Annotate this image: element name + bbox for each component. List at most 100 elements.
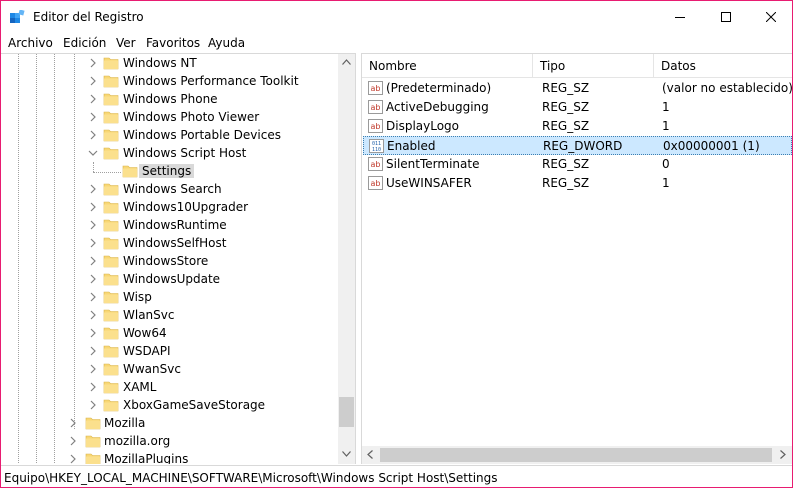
chevron-right-icon[interactable] (88, 292, 98, 302)
value-type: REG_SZ (542, 81, 590, 95)
tree-item[interactable]: WindowsSelfHost (1, 234, 337, 252)
chevron-right-icon[interactable] (68, 436, 78, 446)
folder-icon (103, 129, 119, 142)
chevron-right-icon[interactable] (88, 184, 98, 194)
menu-edicion[interactable]: Edición (63, 36, 106, 50)
tree-item[interactable]: WlanSvc (1, 306, 337, 324)
chevron-right-icon[interactable] (88, 112, 98, 122)
tree-item[interactable]: Windows Phone (1, 90, 337, 108)
menu-favoritos[interactable]: Favoritos (146, 36, 200, 50)
tree-item-label: WindowsUpdate (123, 272, 221, 286)
tree-item[interactable]: Windows NT (1, 54, 337, 72)
chevron-right-icon[interactable] (88, 76, 98, 86)
maximize-button[interactable] (703, 1, 749, 33)
chevron-right-icon[interactable] (88, 220, 98, 230)
value-data: 0x00000001 (1) (663, 139, 760, 153)
svg-text:ab: ab (371, 103, 381, 112)
chevron-right-icon[interactable] (88, 274, 98, 284)
tree-item[interactable]: Mozilla (1, 414, 337, 432)
tree-item[interactable]: WwanSvc (1, 360, 337, 378)
column-header-type[interactable]: Tipo (533, 54, 653, 78)
tree-item[interactable]: WindowsStore (1, 252, 337, 270)
scroll-up-arrow-icon[interactable] (342, 59, 351, 65)
tree-item[interactable]: XAML (1, 378, 337, 396)
chevron-right-icon[interactable] (68, 418, 78, 428)
value-data: 1 (662, 176, 670, 190)
chevron-right-icon[interactable] (88, 94, 98, 104)
menu-archivo[interactable]: Archivo (8, 36, 53, 50)
tree-item-label: Settings (139, 164, 195, 178)
minimize-button[interactable] (657, 1, 703, 33)
value-row[interactable]: ab UseWINSAFER REG_SZ 1 (363, 174, 792, 193)
tree-item[interactable]: Wow64 (1, 324, 337, 342)
folder-icon (103, 273, 119, 286)
chevron-right-icon[interactable] (68, 454, 78, 464)
maximize-icon (721, 12, 731, 22)
chevron-right-icon[interactable] (88, 346, 98, 356)
value-data: 1 (662, 100, 670, 114)
folder-icon (103, 57, 119, 70)
values-list-pane[interactable]: Nombre Tipo Datos ab (Predeterminado) REG_… (361, 53, 792, 464)
tree-item[interactable]: WSDAPI (1, 342, 337, 360)
tree-item-label: Windows Portable Devices (123, 128, 281, 142)
tree-item[interactable]: XboxGameSaveStorage (1, 396, 337, 414)
key-path: Equipo\HKEY_LOCAL_MACHINE\SOFTWARE\Micro… (4, 471, 498, 485)
svg-text:110: 110 (372, 147, 381, 153)
menu-ver[interactable]: Ver (116, 36, 136, 50)
value-row[interactable]: ab (Predeterminado) REG_SZ (valor no establ… (363, 79, 792, 98)
folder-icon (85, 417, 101, 430)
value-row[interactable]: ab DisplayLogo REG_SZ 1 (363, 117, 792, 136)
list-scrollbar-thumb[interactable] (380, 448, 772, 462)
tree-scrollbar-thumb[interactable] (339, 397, 354, 427)
tree-item-label: Wisp (123, 290, 152, 304)
chevron-right-icon[interactable] (88, 310, 98, 320)
tree-item[interactable]: Settings (1, 162, 337, 180)
menu-ayuda[interactable]: Ayuda (208, 36, 245, 50)
chevron-right-icon[interactable] (88, 364, 98, 374)
column-header-name[interactable]: Nombre (362, 54, 532, 78)
scroll-down-arrow-icon[interactable] (342, 451, 351, 457)
tree-item[interactable]: Wisp (1, 288, 337, 306)
value-name: UseWINSAFER (386, 176, 472, 190)
value-type: REG_SZ (542, 176, 590, 190)
value-row[interactable]: 011 110 Enabled REG_DWORD 0x00000001 (1) (363, 136, 792, 155)
chevron-right-icon[interactable] (88, 58, 98, 68)
column-header-data[interactable]: Datos (654, 54, 792, 78)
chevron-right-icon[interactable] (88, 256, 98, 266)
chevron-right-icon[interactable] (88, 238, 98, 248)
string-value-icon: ab (368, 81, 383, 95)
folder-icon (103, 201, 119, 214)
title-bar[interactable]: Editor del Registro (1, 1, 792, 33)
tree-vertical-scrollbar[interactable] (338, 54, 355, 464)
chevron-right-icon[interactable] (88, 328, 98, 338)
chevron-right-icon[interactable] (88, 202, 98, 212)
tree-item[interactable]: Windows Photo Viewer (1, 108, 337, 126)
minimize-icon (675, 17, 685, 18)
value-data: (valor no establecido) (662, 81, 792, 95)
folder-icon (85, 453, 101, 464)
tree-item[interactable]: Windows Performance Toolkit (1, 72, 337, 90)
close-button[interactable] (748, 1, 793, 33)
scroll-right-arrow-icon[interactable] (780, 450, 786, 459)
tree-item[interactable]: Windows Portable Devices (1, 126, 337, 144)
tree-item[interactable]: WindowsRuntime (1, 216, 337, 234)
tree-item[interactable]: Windows10Upgrader (1, 198, 337, 216)
value-row[interactable]: ab SilentTerminate REG_SZ 0 (363, 155, 792, 174)
tree-item[interactable]: Windows Script Host (1, 144, 337, 162)
chevron-down-icon[interactable] (88, 148, 98, 158)
tree-item[interactable]: Windows Search (1, 180, 337, 198)
tree-item[interactable]: WindowsUpdate (1, 270, 337, 288)
chevron-right-icon[interactable] (88, 400, 98, 410)
tree-item[interactable]: mozilla.org (1, 432, 337, 450)
tree-item-label: XboxGameSaveStorage (123, 398, 266, 412)
tree-item[interactable]: MozillaPlugins (1, 450, 337, 464)
tree-item-label: Mozilla (104, 416, 146, 430)
scroll-left-arrow-icon[interactable] (367, 450, 373, 459)
chevron-right-icon[interactable] (88, 382, 98, 392)
key-tree-pane[interactable]: Windows NT Windows Performance Toolkit Win… (1, 53, 356, 464)
value-type: REG_SZ (542, 100, 590, 114)
list-horizontal-scrollbar[interactable] (362, 446, 792, 464)
chevron-right-icon[interactable] (88, 130, 98, 140)
value-row[interactable]: ab ActiveDebugging REG_SZ 1 (363, 98, 792, 117)
value-type: REG_DWORD (543, 139, 623, 153)
